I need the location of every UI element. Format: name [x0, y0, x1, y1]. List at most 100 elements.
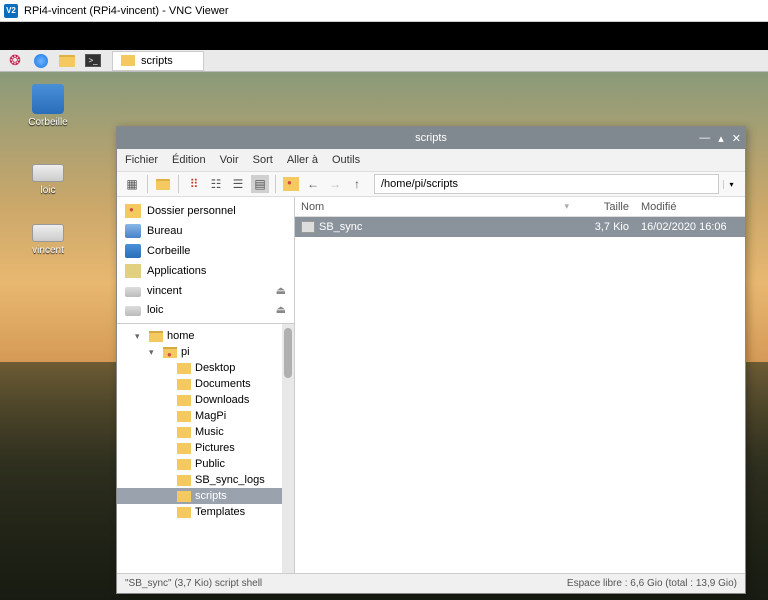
tree-item-pi[interactable]: ▾ pi — [117, 344, 294, 360]
nav-back-icon[interactable]: ← — [304, 175, 322, 193]
file-manager-window: scripts — ▴ ✕ Fichier Édition Voir Sort Alle… — [116, 126, 746, 594]
fm-menubar: Fichier Édition Voir Sort Aller à Outils — [117, 149, 745, 171]
tree-label: Public — [195, 458, 225, 470]
maximize-icon[interactable]: ▴ — [718, 132, 724, 145]
nav-up-icon[interactable]: ↑ — [348, 175, 366, 193]
nav-forward-icon[interactable]: → — [326, 175, 344, 193]
desktop-icon-vincent[interactable]: vincent — [20, 214, 76, 256]
tree-item-public[interactable]: Public — [117, 456, 294, 472]
sidebar-place-corbeille[interactable]: Corbeille — [117, 241, 294, 261]
place-label: Dossier personnel — [147, 205, 236, 217]
folder-tree[interactable]: ▾ home ▾ pi Desktop Documents Downloads MagPi Mu… — [117, 323, 294, 573]
sidebar-place-bureau[interactable]: Bureau — [117, 221, 294, 241]
fm-title-text: scripts — [415, 132, 447, 144]
desktop-icon-loic[interactable]: loic — [20, 154, 76, 196]
menu-aller à[interactable]: Aller à — [287, 154, 318, 166]
file-list-header[interactable]: Nom ▾ Taille Modifié — [295, 197, 745, 217]
sb-drive-icon — [125, 306, 141, 316]
path-dropdown-icon[interactable]: ▾ — [723, 180, 739, 189]
view-icons-icon[interactable]: ⠿ — [185, 175, 203, 193]
sidebar-place-vincent[interactable]: vincent ⏏ — [117, 281, 294, 300]
statusbar: "SB_sync" (3,7 Kio) script shell Espace … — [117, 573, 745, 593]
eject-icon[interactable]: ⏏ — [276, 284, 286, 297]
folder-icon — [149, 331, 163, 342]
tree-item-downloads[interactable]: Downloads — [117, 392, 294, 408]
fm-titlebar[interactable]: scripts — ▴ ✕ — [117, 127, 745, 149]
menu-fichier[interactable]: Fichier — [125, 154, 158, 166]
tree-arrow-icon[interactable]: ▾ — [149, 347, 159, 358]
taskbar-app-button[interactable]: scripts — [112, 51, 204, 71]
folder-icon — [177, 411, 191, 422]
folder-icon — [177, 379, 191, 390]
tree-scrollbar[interactable] — [282, 324, 294, 573]
fm-toolbar: ▦ ⠿ ☷ ☰ ▤ ← → ↑ /home/pi/scripts ▾ — [117, 171, 745, 197]
tree-label: Desktop — [195, 362, 235, 374]
menu-édition[interactable]: Édition — [172, 154, 206, 166]
sidebar-place-personal[interactable]: Dossier personnel — [117, 201, 294, 221]
tree-item-templates[interactable]: Templates — [117, 504, 294, 520]
menu-outils[interactable]: Outils — [332, 154, 360, 166]
tree-label: pi — [181, 346, 190, 358]
col-name[interactable]: Nom — [295, 201, 558, 213]
menu-raspberry-icon[interactable]: ❂ — [5, 52, 25, 70]
place-label: loic — [147, 304, 164, 316]
file-list[interactable]: Nom ▾ Taille Modifié SB_sync3,7 Kio16/02… — [295, 197, 745, 573]
vnc-titlebar: V2 RPi4-vincent (RPi4-vincent) - VNC Vie… — [0, 0, 768, 22]
tree-label: scripts — [195, 490, 227, 502]
taskbar-app-label: scripts — [141, 55, 173, 67]
sidebar-place-loic[interactable]: loic ⏏ — [117, 300, 294, 319]
tree-item-magpi[interactable]: MagPi — [117, 408, 294, 424]
file-icon — [301, 221, 315, 233]
status-left: "SB_sync" (3,7 Kio) script shell — [125, 578, 262, 589]
tree-label: home — [167, 330, 195, 342]
tree-item-scripts[interactable]: scripts — [117, 488, 294, 504]
tree-item-home[interactable]: ▾ home — [117, 328, 294, 344]
tree-item-desktop[interactable]: Desktop — [117, 360, 294, 376]
path-input[interactable]: /home/pi/scripts — [374, 174, 719, 194]
path-text: /home/pi/scripts — [381, 178, 458, 190]
new-tab-icon[interactable]: ▦ — [123, 175, 141, 193]
desktop-icon-corbeille[interactable]: Corbeille — [20, 84, 76, 128]
place-label: Bureau — [147, 225, 182, 237]
tree-arrow-icon[interactable]: ▾ — [135, 331, 145, 342]
file-size: 3,7 Kio — [575, 221, 635, 233]
terminal-icon[interactable]: >_ — [83, 52, 103, 70]
tree-label: MagPi — [195, 410, 226, 422]
desktop[interactable]: Corbeille loic vincent scripts — ▴ ✕ Fichi… — [0, 72, 768, 600]
tree-item-sb_sync_logs[interactable]: SB_sync_logs — [117, 472, 294, 488]
drive-icon — [32, 224, 64, 242]
tree-label: Pictures — [195, 442, 235, 454]
tree-item-music[interactable]: Music — [117, 424, 294, 440]
minimize-icon[interactable]: — — [699, 132, 710, 145]
menu-sort[interactable]: Sort — [253, 154, 273, 166]
file-row[interactable]: SB_sync3,7 Kio16/02/2020 16:06 — [295, 217, 745, 237]
close-icon[interactable]: ✕ — [732, 132, 741, 145]
nav-home-icon[interactable] — [282, 175, 300, 193]
place-label: Applications — [147, 265, 206, 277]
status-right: Espace libre : 6,6 Gio (total : 13,9 Gio… — [567, 578, 737, 589]
sidebar-place-applications[interactable]: Applications — [117, 261, 294, 281]
files-icon[interactable] — [57, 52, 77, 70]
black-strip — [0, 22, 768, 50]
vnc-title: RPi4-vincent (RPi4-vincent) - VNC Viewer — [24, 5, 229, 17]
sb-desk-icon — [125, 224, 141, 238]
view-detail-icon[interactable]: ▤ — [251, 175, 269, 193]
folder-icon — [177, 443, 191, 454]
place-label: Corbeille — [147, 245, 190, 257]
col-size[interactable]: Taille — [575, 201, 635, 213]
view-compact-icon[interactable]: ☷ — [207, 175, 225, 193]
place-label: vincent — [147, 285, 182, 297]
menu-voir[interactable]: Voir — [220, 154, 239, 166]
tree-label: Documents — [195, 378, 251, 390]
view-list-icon[interactable]: ☰ — [229, 175, 247, 193]
trash-icon — [32, 84, 64, 114]
new-folder-icon[interactable] — [154, 175, 172, 193]
browser-icon[interactable] — [31, 52, 51, 70]
folder-icon — [177, 507, 191, 518]
folder-icon — [177, 459, 191, 470]
tree-item-pictures[interactable]: Pictures — [117, 440, 294, 456]
tree-item-documents[interactable]: Documents — [117, 376, 294, 392]
col-modified[interactable]: Modifié — [635, 201, 745, 213]
drive-icon — [32, 164, 64, 182]
eject-icon[interactable]: ⏏ — [276, 303, 286, 316]
